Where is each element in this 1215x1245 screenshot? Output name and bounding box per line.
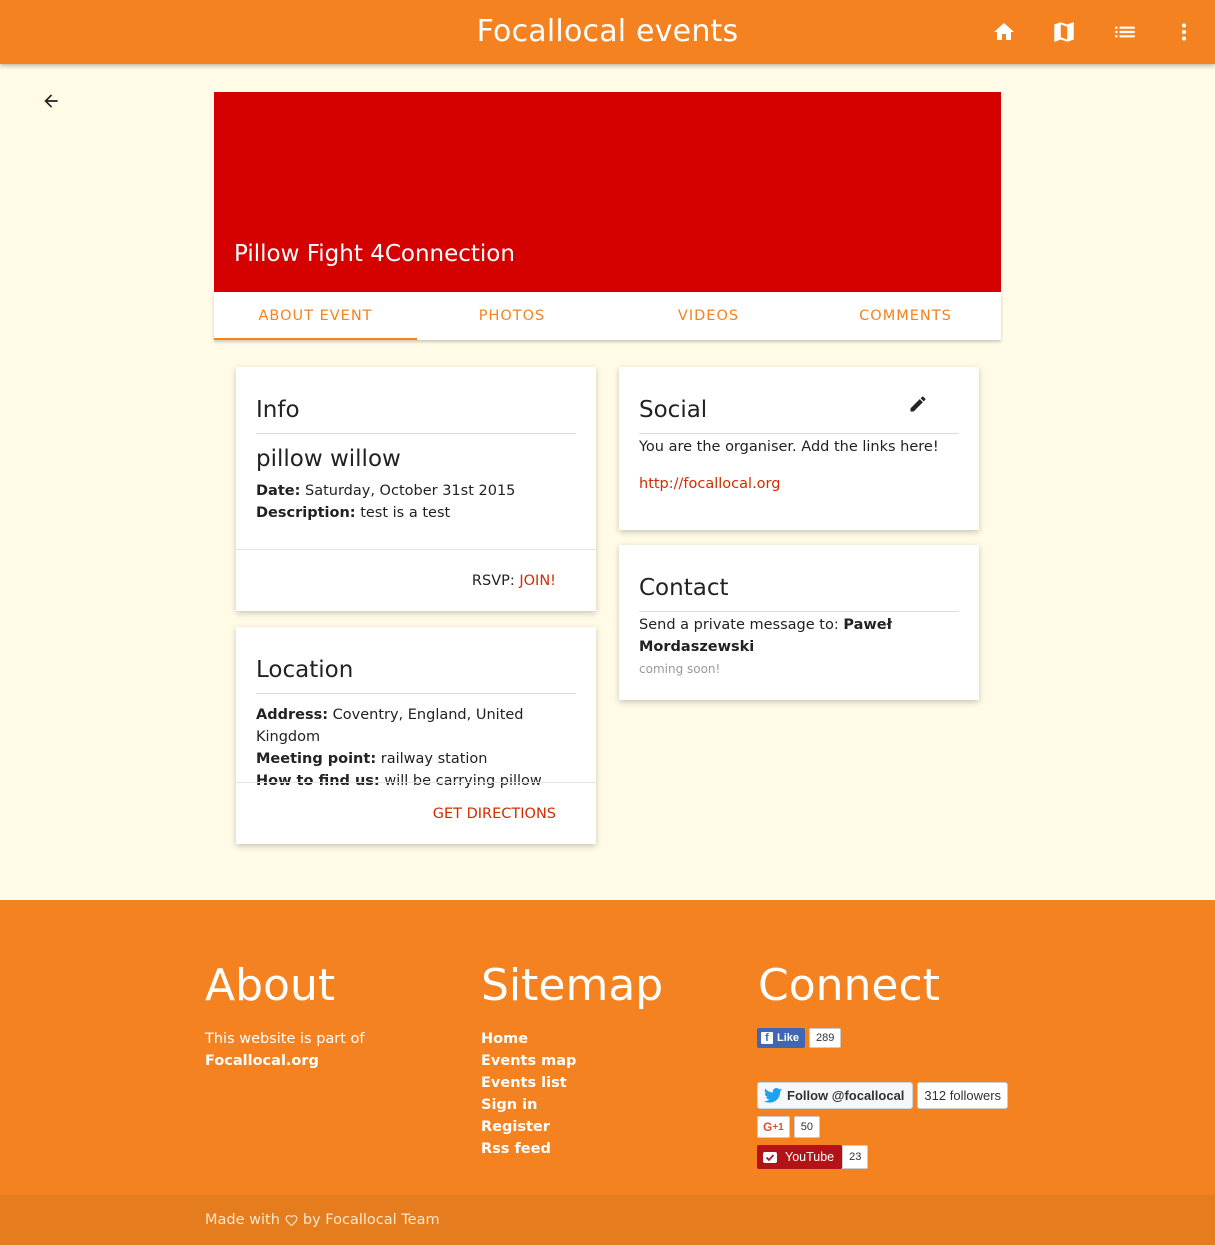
app-title: Focallocal events [476, 14, 739, 49]
youtube-icon [763, 1151, 777, 1163]
sitemap-link-sign-in[interactable]: Sign in [481, 1094, 576, 1116]
description-row: Description: test is a test [256, 502, 576, 524]
google-plus-count: 50 [793, 1116, 820, 1138]
event-hero: Pillow Fight 4Connection [214, 92, 1001, 292]
connect-heading: Connect [758, 960, 940, 1011]
back-arrow-icon[interactable] [38, 88, 64, 114]
description-value: test is a test [360, 505, 451, 521]
twitter-follow-widget: Follow @focallocal 312 followers [757, 1082, 1009, 1109]
google-plus-button[interactable]: G +1 [757, 1116, 790, 1138]
info-card: Info pillow willow Date: Saturday, Octob… [236, 367, 596, 611]
location-card: Location Address: Coventry, England, Uni… [236, 627, 596, 844]
heart-icon [285, 1214, 298, 1226]
app-bar: Focallocal events [0, 0, 1215, 64]
focallocal-link[interactable]: Focallocal.org [205, 1050, 365, 1072]
sitemap-link-rss-feed[interactable]: Rss feed [481, 1138, 576, 1160]
credits: Made with by Focallocal Team [205, 1212, 440, 1228]
social-text: You are the organiser. Add the links her… [639, 439, 939, 455]
youtube-subscriber-count: 23 [842, 1145, 869, 1169]
youtube-widget: YouTube 23 [757, 1145, 869, 1169]
date-label: Date: [256, 483, 301, 499]
meeting-row: Meeting point: railway station [256, 748, 576, 770]
event-name: pillow willow [256, 446, 401, 472]
location-actions: GET DIRECTIONS [236, 782, 596, 844]
contact-text: Send a private message to: [639, 617, 839, 633]
rsvp-label: RSVP: [471, 572, 515, 589]
sitemap-link-home[interactable]: Home [481, 1028, 576, 1050]
meeting-label: Meeting point: [256, 751, 377, 767]
contact-text-row: Send a private message to: Paweł [639, 614, 959, 636]
twitter-icon [764, 1088, 782, 1103]
join-button[interactable]: JOIN! [519, 573, 556, 589]
sitemap-link-events-list[interactable]: Events list [481, 1072, 576, 1094]
organiser-last-name: Mordaszewski [639, 639, 755, 655]
tab-photos[interactable]: PHOTOS [417, 292, 607, 340]
tab-comments[interactable]: COMMENTS [810, 292, 1001, 340]
about-text: This website is part of [205, 1031, 365, 1047]
social-link[interactable]: http://focallocal.org [639, 476, 780, 492]
organiser-first-name: Paweł [843, 617, 892, 633]
twitter-follow-label: Follow @focallocal [787, 1088, 905, 1103]
date-row: Date: Saturday, October 31st 2015 [256, 480, 576, 502]
location-heading: Location [256, 627, 576, 694]
tab-videos[interactable]: VIDEOS [607, 292, 810, 340]
footer: About This website is part of Focallocal… [0, 900, 1215, 1195]
date-value: Saturday, October 31st 2015 [305, 483, 516, 499]
map-icon[interactable] [1050, 18, 1078, 46]
sitemap-heading: Sitemap [481, 960, 664, 1011]
by-team-text: by Focallocal Team [302, 1212, 440, 1228]
youtube-subscribe-button[interactable]: YouTube [757, 1145, 843, 1169]
facebook-like-label: Like [777, 1032, 800, 1044]
facebook-like-count: 289 [809, 1028, 842, 1048]
address-label: Address: [256, 707, 329, 723]
info-heading: Info [256, 367, 576, 434]
tab-about-event[interactable]: ABOUT EVENT [214, 292, 417, 340]
bottom-bar: Made with by Focallocal Team [0, 1195, 1215, 1245]
edit-icon[interactable] [908, 394, 930, 416]
event-tabs: ABOUT EVENT PHOTOS VIDEOS COMMENTS [214, 292, 1001, 340]
sitemap-link-events-map[interactable]: Events map [481, 1050, 576, 1072]
youtube-label: YouTube [785, 1150, 835, 1164]
about-heading: About [205, 960, 336, 1011]
more-vert-icon[interactable] [1170, 18, 1198, 46]
facebook-like-widget: f Like 289 [757, 1028, 842, 1048]
social-card: Social You are the organiser. Add the li… [619, 367, 979, 530]
made-with-text: Made with [205, 1212, 280, 1228]
contact-note: coming soon! [639, 662, 721, 676]
get-directions-button[interactable]: GET DIRECTIONS [433, 806, 556, 822]
twitter-follow-button[interactable]: Follow @focallocal [757, 1082, 914, 1109]
sitemap-link-register[interactable]: Register [481, 1116, 576, 1138]
sitemap-links: Home Events map Events list Sign in Regi… [481, 1028, 576, 1160]
about-text-block: This website is part of Focallocal.org [205, 1028, 365, 1072]
info-actions: RSVP: JOIN! [236, 549, 596, 611]
meeting-value: railway station [380, 751, 488, 767]
facebook-like-button[interactable]: f Like [757, 1028, 806, 1048]
event-title: Pillow Fight 4Connection [234, 241, 515, 267]
contact-heading: Contact [639, 545, 959, 612]
google-plus-widget: G +1 50 [757, 1116, 820, 1138]
home-icon[interactable] [990, 18, 1018, 46]
contact-card: Contact Send a private message to: Paweł… [619, 545, 979, 700]
address-row: Address: Coventry, England, United Kingd… [256, 704, 576, 748]
google-plus-icon: G [763, 1120, 773, 1134]
list-icon[interactable] [1111, 18, 1139, 46]
twitter-follower-count: 312 followers [917, 1082, 1009, 1109]
google-plus-label: +1 [772, 1121, 784, 1133]
description-label: Description: [256, 505, 356, 521]
facebook-icon: f [761, 1032, 773, 1044]
